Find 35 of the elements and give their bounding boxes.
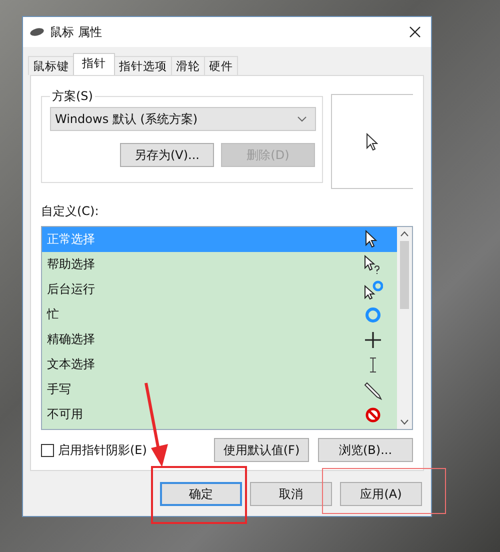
checkbox[interactable] xyxy=(41,444,54,456)
list-row[interactable]: 文本选择 xyxy=(42,352,397,377)
mouse-icon xyxy=(29,27,45,37)
list-row[interactable]: 忙 xyxy=(42,302,397,327)
browse-button[interactable]: 浏览(B)... xyxy=(318,438,413,462)
crosshair-icon xyxy=(363,330,383,350)
cursor-icon xyxy=(366,132,378,150)
tab[interactable]: 指针选项 xyxy=(114,56,172,75)
ok-button[interactable]: 确定 xyxy=(160,482,242,506)
list-row[interactable]: 手写 xyxy=(42,377,397,402)
busy-ring-icon xyxy=(363,304,383,324)
cancel-button[interactable]: 取消 xyxy=(250,482,332,506)
save-as-button[interactable]: 另存为(V)... xyxy=(120,143,214,167)
list-row[interactable]: 后台运行 xyxy=(42,277,397,302)
list-row[interactable]: 不可用 xyxy=(42,402,397,427)
customize-label: 自定义(C): xyxy=(41,203,100,220)
scroll-thumb[interactable] xyxy=(400,241,409,309)
list-row[interactable]: 帮助选择 xyxy=(42,252,397,277)
chevron-icon xyxy=(296,116,307,122)
scheme-dropdown[interactable]: Windows 默认 (系统方案) xyxy=(50,107,316,131)
apply-button[interactable]: 应用(A) xyxy=(340,482,422,506)
list-row[interactable]: 精确选择 xyxy=(42,327,397,352)
window-title: 鼠标 属性 xyxy=(50,24,103,40)
shadow-checkbox-label[interactable]: 启用指针阴影(E) xyxy=(58,442,147,458)
use-default-button[interactable]: 使用默认值(F) xyxy=(214,438,309,462)
tab[interactable]: 指针 xyxy=(73,53,115,75)
tab[interactable]: 硬件 xyxy=(204,56,238,75)
scrollbar[interactable] xyxy=(397,227,412,429)
scroll-up-icon[interactable] xyxy=(400,231,409,237)
close-icon[interactable] xyxy=(409,26,421,38)
pen-icon xyxy=(363,380,383,400)
working-cursor-icon xyxy=(363,280,383,300)
tab[interactable]: 鼠标键 xyxy=(28,56,74,75)
scroll-down-icon[interactable] xyxy=(400,419,409,425)
scheme-label: 方案(S) xyxy=(51,88,94,105)
